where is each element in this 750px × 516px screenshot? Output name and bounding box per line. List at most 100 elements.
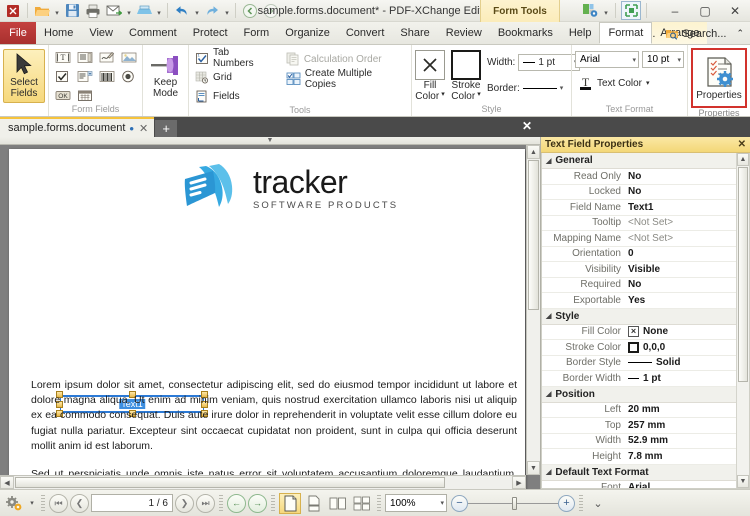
radio-button-icon[interactable]	[118, 67, 139, 85]
document-tab[interactable]: sample.forms.document • ✕	[0, 117, 155, 137]
zoom-slider-track[interactable]	[468, 496, 558, 510]
page-number-input[interactable]: 1 / 6	[91, 494, 173, 512]
document-vertical-scrollbar[interactable]: ▲ ▼	[526, 145, 540, 475]
create-multiple-copies-button[interactable]: Create Multiple Copies	[283, 68, 408, 90]
save-icon[interactable]	[62, 1, 82, 20]
value-visibility[interactable]: Visible	[626, 264, 749, 275]
undo-icon[interactable]	[172, 1, 192, 20]
property-row-tooltip[interactable]: Tooltip <Not Set>	[542, 216, 749, 231]
property-row-border-style[interactable]: Border Style Solid	[542, 356, 749, 371]
chevron-down-icon[interactable]: ▾	[440, 499, 444, 507]
properties-list[interactable]: ◢ General Read Only No Locked No Field Nam…	[541, 153, 750, 489]
property-row-font[interactable]: Font Arial	[542, 481, 749, 488]
property-category-style[interactable]: ◢ Style	[542, 308, 749, 325]
property-row-locked[interactable]: Locked No	[542, 185, 749, 200]
layout-icon[interactable]	[580, 1, 600, 20]
stroke-color-caret-icon[interactable]: ▾	[477, 91, 481, 102]
settings-gear-icon[interactable]	[3, 493, 25, 514]
two-page-view-button[interactable]	[327, 493, 349, 514]
value-locked[interactable]: No	[626, 186, 749, 197]
property-row-read-only[interactable]: Read Only No	[542, 169, 749, 185]
property-category-default-text-format[interactable]: ◢ Default Text Format	[542, 464, 749, 481]
menu-item-review[interactable]: Review	[438, 22, 490, 44]
property-row-mapping-name[interactable]: Mapping Name <Not Set>	[542, 231, 749, 247]
file-menu-button[interactable]: File	[0, 22, 36, 44]
document-canvas[interactable]: tracker SOFTWARE PRODUCTS Text1 Lorem ip…	[0, 145, 540, 489]
menu-item-home[interactable]: Home	[36, 22, 81, 44]
tab-numbers-button[interactable]: 1 Tab Numbers	[192, 47, 275, 69]
text-field-icon[interactable]: T	[52, 48, 73, 66]
font-size-select[interactable]: 10 pt ▾	[642, 51, 684, 68]
menu-item-organize[interactable]: Organize	[277, 22, 338, 44]
pdf-page[interactable]: tracker SOFTWARE PRODUCTS Text1 Lorem ip…	[9, 149, 525, 489]
app-logo-icon[interactable]	[3, 1, 23, 20]
collapse-ribbon-button[interactable]: ⌃	[732, 23, 748, 44]
value-top[interactable]: 257 mm	[626, 420, 749, 431]
value-read-only[interactable]: No	[626, 171, 749, 182]
scroll-left-icon[interactable]: ◀	[0, 476, 14, 489]
two-page-continuous-button[interactable]	[351, 493, 373, 514]
menu-item-format[interactable]: Format	[599, 22, 653, 44]
value-required[interactable]: No	[626, 279, 749, 290]
list-box-icon[interactable]	[74, 48, 95, 66]
redo-caret-icon[interactable]: ▾	[223, 2, 231, 20]
fullscreen-icon[interactable]	[621, 1, 641, 20]
open-icon[interactable]	[32, 1, 52, 20]
menu-item-help[interactable]: Help	[561, 22, 600, 44]
text-color-button[interactable]: T Text Color ▾	[575, 74, 653, 92]
continuous-view-button[interactable]	[303, 493, 325, 514]
last-page-button[interactable]: ⏭	[196, 493, 215, 513]
value-orientation[interactable]: 0	[626, 248, 749, 259]
font-family-select[interactable]: Arial ▾	[575, 51, 639, 68]
value-tooltip[interactable]: <Not Set>	[626, 217, 749, 228]
fields-button[interactable]: Fields	[192, 87, 275, 105]
print-icon[interactable]	[83, 1, 103, 20]
first-page-button[interactable]: ⏮	[49, 493, 68, 513]
property-row-border-width[interactable]: Border Width 1 pt	[542, 371, 749, 387]
next-page-button[interactable]: ❯	[175, 493, 194, 513]
chevron-down-icon[interactable]: ▾	[671, 56, 681, 64]
property-row-left[interactable]: Left 20 mm	[542, 403, 749, 418]
property-row-exportable[interactable]: Exportable Yes	[542, 293, 749, 309]
menu-item-comment[interactable]: Comment	[121, 22, 185, 44]
property-row-height[interactable]: Height 7.8 mm	[542, 449, 749, 465]
layout-caret-icon[interactable]: ▾	[602, 2, 610, 20]
menu-item-bookmarks[interactable]: Bookmarks	[490, 22, 561, 44]
scroll-right-icon[interactable]: ▶	[512, 476, 526, 489]
menu-item-convert[interactable]: Convert	[338, 22, 393, 44]
property-row-stroke-color[interactable]: Stroke Color 0,0,0	[542, 340, 749, 356]
tab-close-icon[interactable]: ✕	[138, 122, 149, 135]
signature-field-icon[interactable]	[96, 48, 117, 66]
properties-scroll-thumb[interactable]	[738, 167, 748, 382]
menu-item-form[interactable]: Form	[236, 22, 278, 44]
menu-item-share[interactable]: Share	[392, 22, 437, 44]
email-caret-icon[interactable]: ▾	[125, 2, 133, 20]
horizontal-scroll-thumb[interactable]	[15, 477, 445, 488]
property-row-top[interactable]: Top 257 mm	[542, 418, 749, 434]
value-font[interactable]: Arial	[626, 482, 749, 488]
value-left[interactable]: 20 mm	[626, 404, 749, 415]
check-box-icon[interactable]	[52, 67, 73, 85]
email-icon[interactable]	[104, 1, 124, 20]
text-color-caret-icon[interactable]: ▾	[646, 79, 650, 87]
property-category-position[interactable]: ◢ Position	[542, 386, 749, 403]
chevron-down-icon[interactable]: ▾	[626, 56, 636, 64]
settings-caret-icon[interactable]: ▾	[27, 493, 37, 514]
new-tab-button[interactable]: +	[155, 120, 178, 137]
border-style-caret-icon[interactable]: ▾	[560, 84, 564, 92]
barcode-field-icon[interactable]	[96, 67, 117, 85]
value-height[interactable]: 7.8 mm	[626, 451, 749, 462]
scroll-down-icon[interactable]: ▼	[737, 475, 749, 488]
keep-mode-button[interactable]: Keep Mode	[146, 50, 185, 102]
maximize-button[interactable]: ▢	[690, 0, 720, 22]
search-button[interactable]: Search...	[661, 23, 730, 44]
value-mapping-name[interactable]: <Not Set>	[626, 233, 749, 244]
toolbar-grip[interactable]	[579, 495, 583, 511]
value-exportable[interactable]: Yes	[626, 295, 749, 306]
back-icon[interactable]	[240, 1, 260, 20]
fill-color-button[interactable]: Fill Color ▾	[415, 50, 445, 102]
toolbar-grip[interactable]	[219, 495, 223, 511]
image-field-icon[interactable]	[118, 48, 139, 66]
toolbar-grip[interactable]	[41, 495, 45, 511]
properties-button[interactable]: Properties	[691, 48, 747, 108]
